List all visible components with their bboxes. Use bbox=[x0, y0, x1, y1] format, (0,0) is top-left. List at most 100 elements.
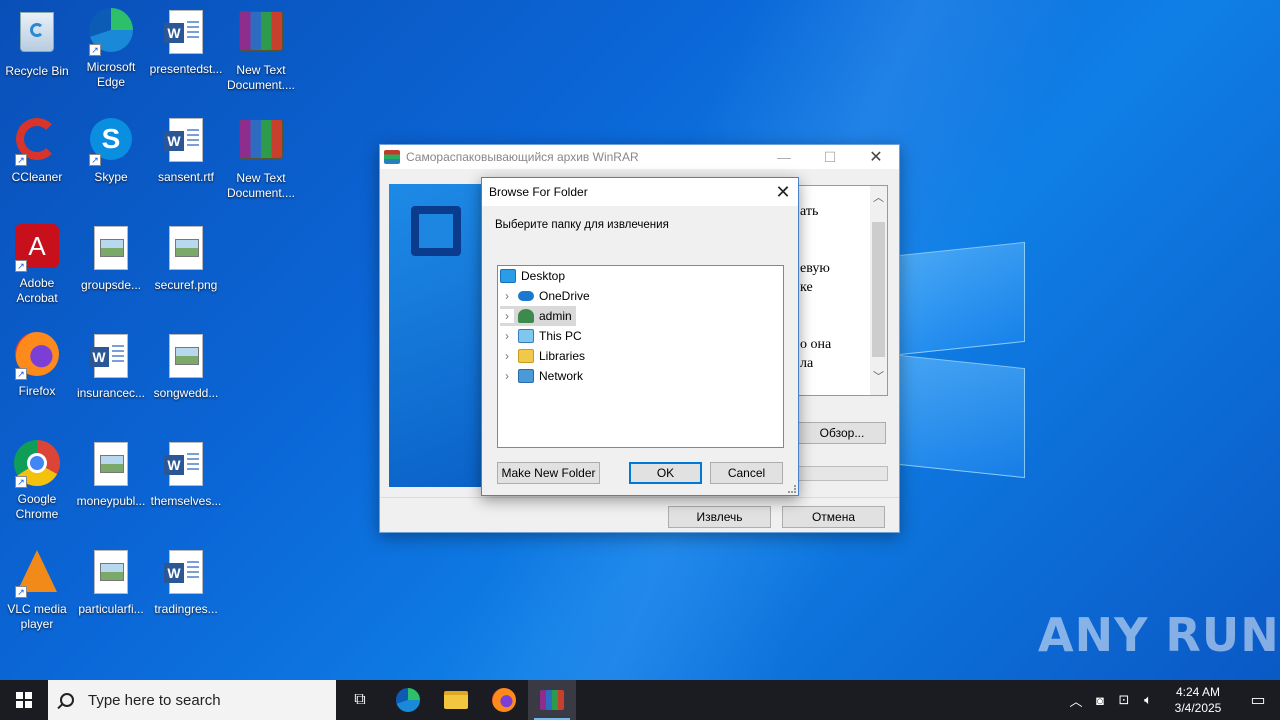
chevron-right-icon[interactable]: › bbox=[500, 329, 514, 343]
desktop-icon-firefox[interactable]: ↗ Firefox bbox=[0, 332, 74, 399]
image-file-icon bbox=[87, 442, 135, 490]
start-button[interactable] bbox=[0, 680, 48, 720]
desktop-icon-moneypubl[interactable]: moneypubl... bbox=[74, 440, 148, 509]
meet-now-icon[interactable]: ◙ bbox=[1088, 693, 1112, 708]
task-view-button[interactable]: ⧉ bbox=[336, 680, 384, 720]
browse-button[interactable]: Обзор... bbox=[798, 422, 886, 444]
desktop-icon-securef[interactable]: securef.png bbox=[149, 224, 223, 293]
taskbar-edge[interactable] bbox=[384, 680, 432, 720]
chrome-icon: ↗ bbox=[13, 440, 61, 488]
notification-icon[interactable]: ▭ bbox=[1236, 690, 1280, 710]
desktop-icon-vlc[interactable]: ↗ VLC media player bbox=[0, 548, 74, 632]
winrar-window-title: Самораспаковывающийся архив WinRAR bbox=[406, 150, 639, 164]
libraries-icon bbox=[518, 349, 534, 363]
system-tray: ︿ ◙ ⊡ 🔈︎ 4:24 AM 3/4/2025 ▭ bbox=[1064, 680, 1280, 720]
chevron-right-icon[interactable]: › bbox=[500, 369, 514, 383]
word-doc-icon bbox=[162, 118, 210, 166]
tree-item-network[interactable]: › Network bbox=[500, 366, 583, 386]
resize-grip-icon[interactable] bbox=[788, 485, 796, 493]
desktop-icon-songwedd[interactable]: songwedd... bbox=[149, 332, 223, 401]
image-file-icon bbox=[162, 334, 210, 382]
scroll-up-icon[interactable]: ︿ bbox=[870, 189, 887, 205]
shortcut-arrow-icon: ↗ bbox=[89, 44, 101, 56]
ccleaner-icon: ↗ bbox=[13, 118, 61, 166]
minimize-icon[interactable]: — bbox=[761, 145, 807, 169]
firefox-icon bbox=[492, 688, 516, 712]
firefox-icon: ↗ bbox=[13, 332, 61, 380]
cancel-button[interactable]: Cancel bbox=[710, 462, 783, 484]
image-file-icon bbox=[87, 550, 135, 598]
make-new-folder-button[interactable]: Make New Folder bbox=[497, 462, 600, 484]
tree-item-this-pc[interactable]: › This PC bbox=[500, 326, 582, 346]
desktop-icon-acrobat[interactable]: A ↗ Adobe Acrobat bbox=[0, 224, 74, 306]
clock-date: 3/4/2025 bbox=[1174, 701, 1222, 715]
desktop-icon-new-text-document-2[interactable]: New Text Document.... bbox=[224, 116, 298, 201]
anyrun-watermark: ANY RUN bbox=[1038, 608, 1280, 662]
browse-dialog-title: Browse For Folder bbox=[489, 185, 588, 199]
close-icon[interactable]: ✕ bbox=[853, 145, 899, 169]
cancel-button[interactable]: Отмена bbox=[782, 506, 885, 528]
tree-item-desktop[interactable]: Desktop bbox=[500, 266, 565, 286]
desktop-icon-themselves[interactable]: themselves... bbox=[149, 440, 223, 509]
clock[interactable]: 4:24 AM 3/4/2025 bbox=[1160, 684, 1236, 716]
desktop-icon-edge[interactable]: ↗ Microsoft Edge bbox=[74, 8, 148, 90]
chevron-right-icon[interactable]: › bbox=[500, 349, 514, 363]
desktop-folder-icon bbox=[500, 269, 516, 283]
taskbar-search[interactable]: Type here to search bbox=[48, 680, 336, 720]
maximize-icon[interactable]: ☐ bbox=[807, 145, 853, 169]
winrar-icon bbox=[384, 150, 400, 164]
extract-button[interactable]: Извлечь bbox=[668, 506, 771, 528]
desktop-icon-skype[interactable]: S ↗ Skype bbox=[74, 116, 148, 185]
close-icon[interactable]: ✕ bbox=[768, 182, 798, 203]
task-view-icon: ⧉ bbox=[354, 691, 366, 708]
browse-title-bar[interactable]: Browse For Folder ✕ bbox=[482, 178, 798, 206]
taskbar-winrar[interactable] bbox=[528, 680, 576, 720]
scroll-down-icon[interactable]: ﹀ bbox=[870, 368, 887, 384]
browse-for-folder-dialog[interactable]: Browse For Folder ✕ Выберите папку для и… bbox=[481, 177, 799, 496]
folder-tree[interactable]: Desktop › OneDrive › admin › This PC › L… bbox=[497, 265, 784, 448]
tree-item-libraries[interactable]: › Libraries bbox=[500, 346, 585, 366]
browse-instruction: Выберите папку для извлечения bbox=[495, 219, 669, 231]
desktop-icon-insurancec[interactable]: insurancec... bbox=[74, 332, 148, 401]
edge-icon: ↗ bbox=[87, 8, 135, 56]
extract-progress-bar bbox=[798, 466, 888, 481]
word-doc-icon bbox=[162, 10, 210, 58]
desktop-icon-recycle-bin[interactable]: Recycle Bin bbox=[0, 8, 74, 79]
winrar-archive-icon bbox=[237, 119, 285, 167]
info-scrollbar[interactable]: ︿ ﹀ bbox=[870, 186, 887, 395]
chevron-right-icon[interactable]: › bbox=[500, 309, 514, 323]
clock-time: 4:24 AM bbox=[1175, 685, 1221, 699]
windows-logo-icon bbox=[16, 692, 32, 708]
volume-icon[interactable]: 🔈︎ bbox=[1136, 692, 1160, 708]
desktop-icon-presentedst[interactable]: presentedst... bbox=[149, 8, 223, 77]
recycle-bin-icon bbox=[13, 12, 61, 60]
desktop-icon-particularfi[interactable]: particularfi... bbox=[74, 548, 148, 617]
tree-item-admin[interactable]: › admin bbox=[500, 306, 576, 326]
shortcut-arrow-icon: ↗ bbox=[15, 260, 27, 272]
desktop-icon-ccleaner[interactable]: ↗ CCleaner bbox=[0, 116, 74, 185]
chevron-up-icon[interactable]: ︿ bbox=[1064, 691, 1088, 710]
vlc-icon: ↗ bbox=[13, 550, 61, 598]
scrollbar-thumb[interactable] bbox=[872, 222, 885, 357]
network-status-icon[interactable]: ⊡ bbox=[1112, 692, 1136, 708]
taskbar-firefox[interactable] bbox=[480, 680, 528, 720]
shortcut-arrow-icon: ↗ bbox=[15, 368, 27, 380]
chevron-right-icon[interactable]: › bbox=[500, 289, 514, 303]
onedrive-icon bbox=[518, 291, 534, 301]
network-icon bbox=[518, 369, 534, 383]
winrar-side-image bbox=[389, 184, 489, 487]
desktop-icon-tradingres[interactable]: tradingres... bbox=[149, 548, 223, 617]
winrar-info-text: ать евую ке о она ла ︿ ﹀ bbox=[798, 185, 888, 396]
desktop-icon-new-text-document-1[interactable]: New Text Document.... bbox=[224, 8, 298, 93]
tree-item-onedrive[interactable]: › OneDrive bbox=[500, 286, 590, 306]
word-doc-icon bbox=[162, 550, 210, 598]
computer-icon bbox=[518, 329, 534, 343]
image-file-icon bbox=[162, 226, 210, 274]
desktop-icon-groupsde[interactable]: groupsde... bbox=[74, 224, 148, 293]
taskbar-file-explorer[interactable] bbox=[432, 680, 480, 720]
ok-button[interactable]: OK bbox=[629, 462, 702, 484]
desktop-icon-chrome[interactable]: ↗ Google Chrome bbox=[0, 440, 74, 522]
winrar-title-bar[interactable]: Самораспаковывающийся архив WinRAR — ☐ ✕ bbox=[380, 145, 899, 169]
desktop-icon-sansent[interactable]: sansent.rtf bbox=[149, 116, 223, 185]
image-file-icon bbox=[87, 226, 135, 274]
